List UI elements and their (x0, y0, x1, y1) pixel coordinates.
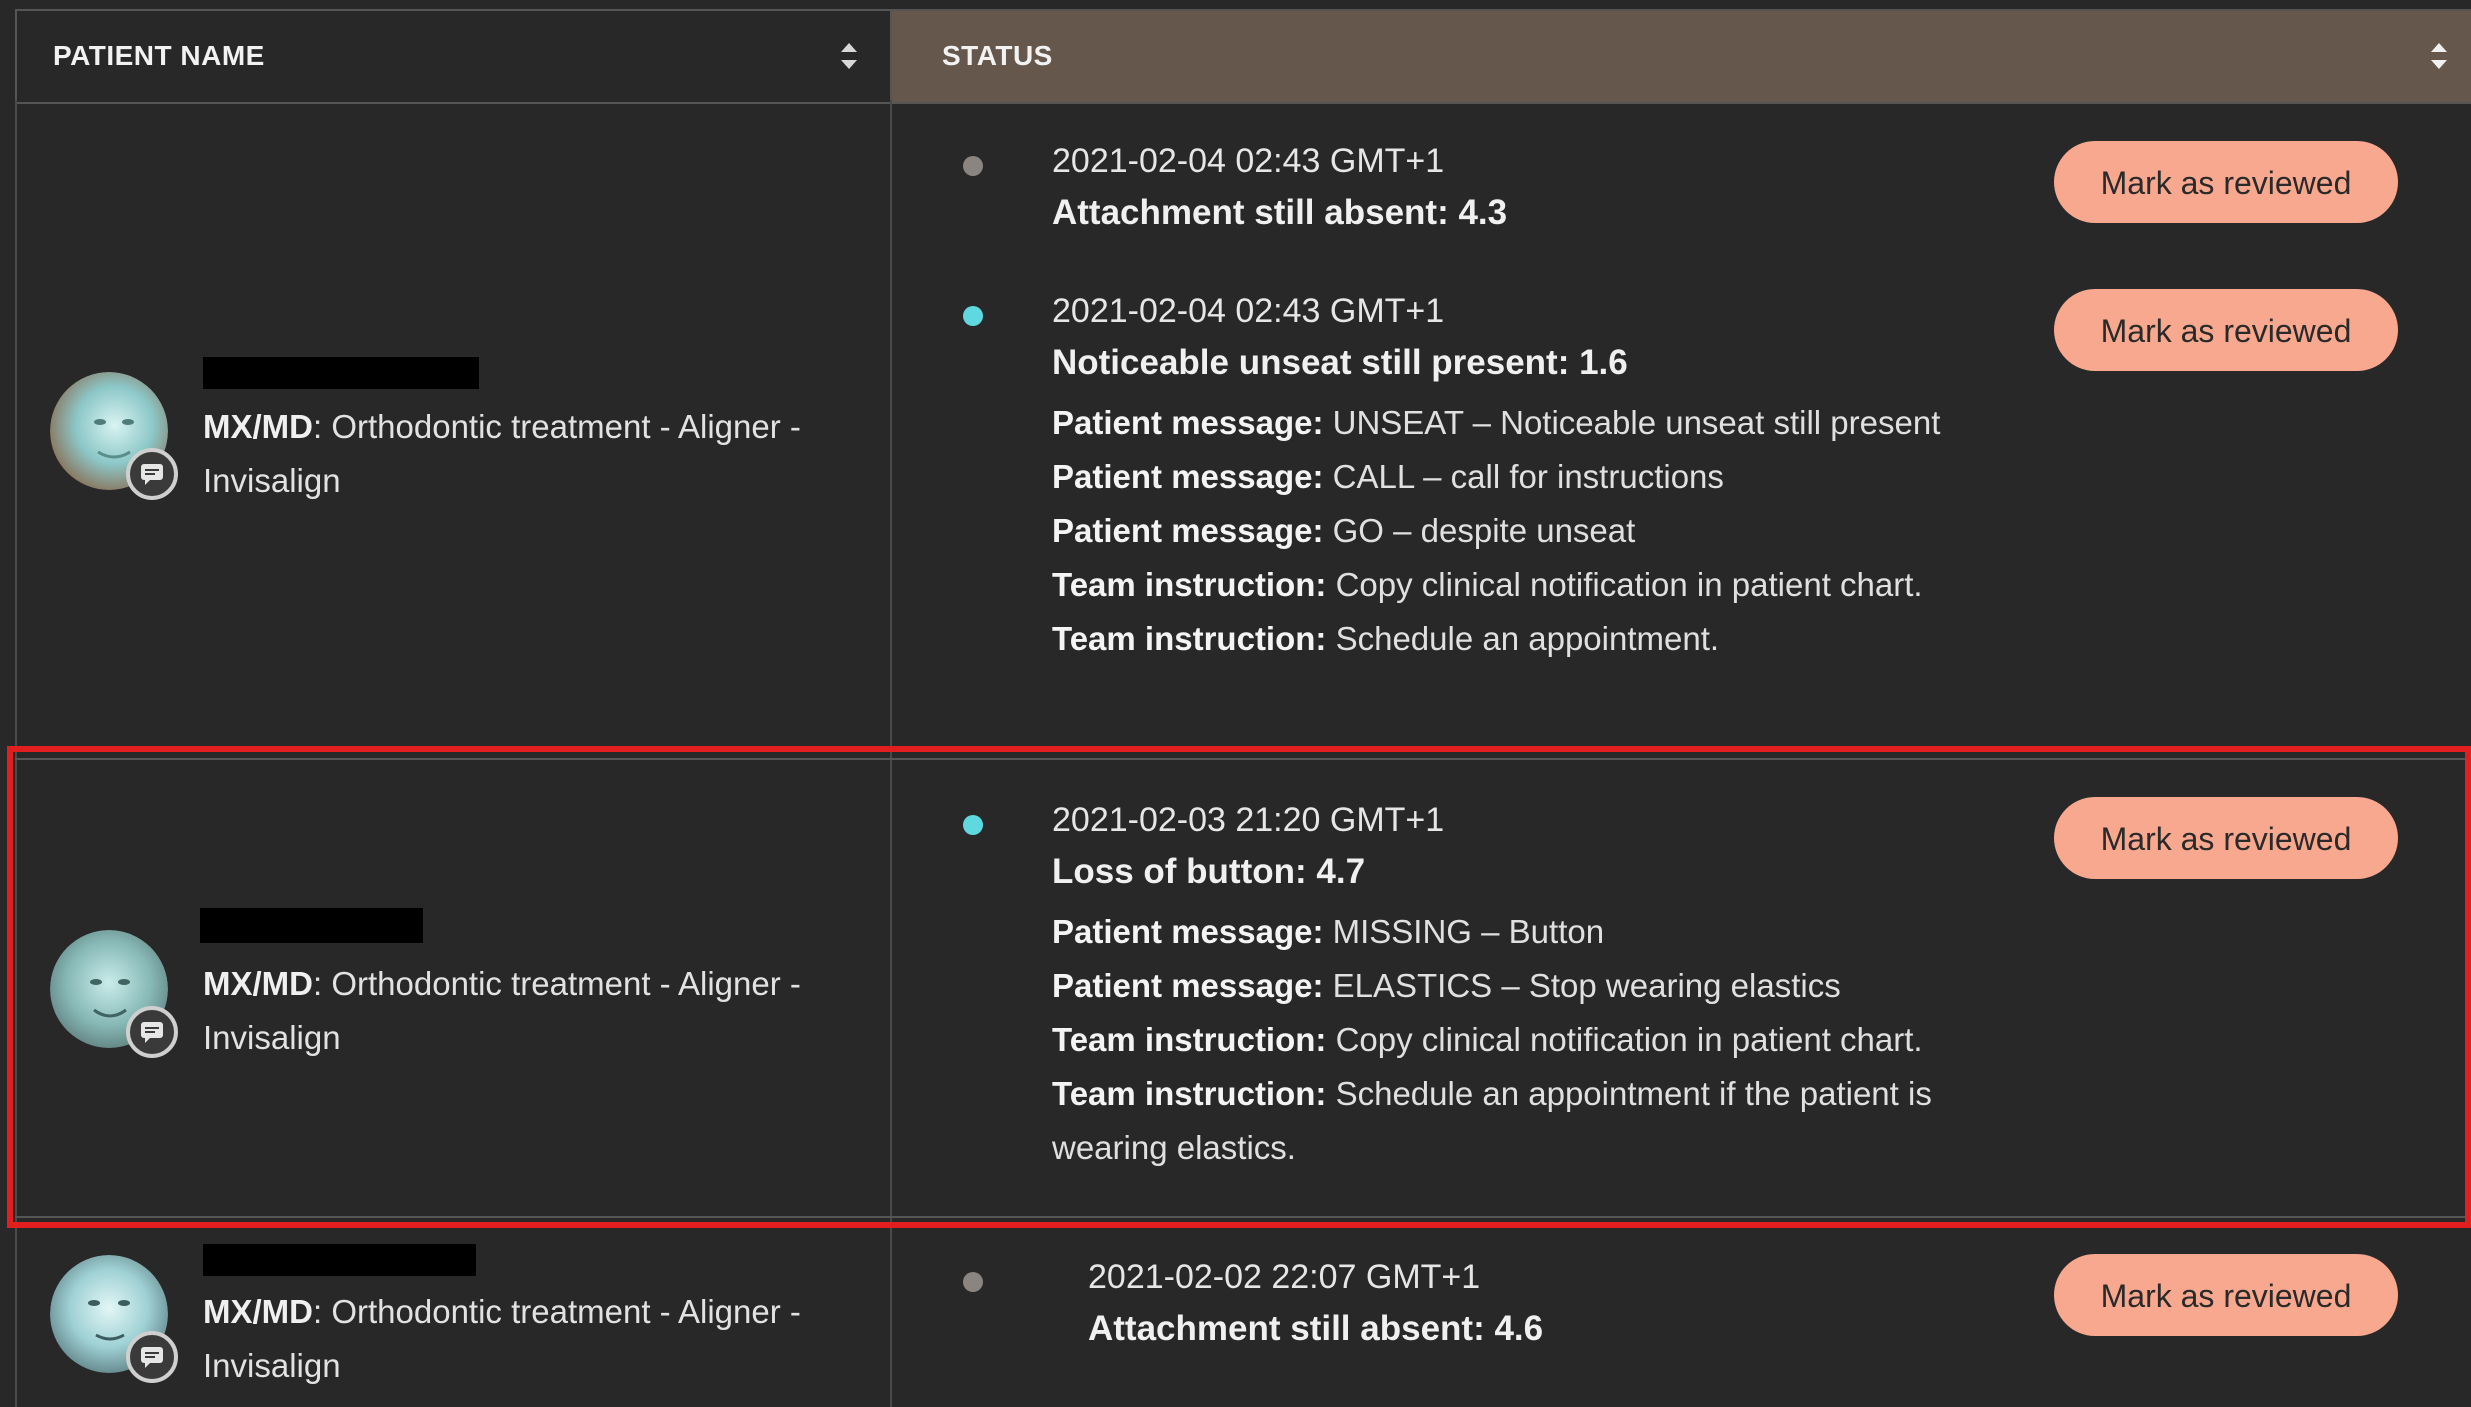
chat-icon (141, 464, 163, 485)
detail-line: Team instruction: Schedule an appointmen… (1052, 620, 1720, 657)
detail-line: Team instruction: Copy clinical notifica… (1052, 1021, 1923, 1058)
treatment-label: MX/MD (203, 965, 313, 1002)
mark-as-reviewed-button[interactable]: Mark as reviewed (2054, 797, 2398, 879)
detail-line: Patient message: CALL – call for instruc… (1052, 458, 1724, 495)
patient-treatment: MX/MD: Orthodontic treatment - Aligner -… (203, 957, 863, 1065)
chat-icon (141, 1022, 163, 1043)
patient-treatment: MX/MD: Orthodontic treatment - Aligner -… (203, 400, 863, 508)
column-header-patient-name[interactable]: PATIENT NAME (15, 11, 892, 102)
row-divider (15, 758, 2471, 760)
event-title: Attachment still absent: 4.3 (1052, 193, 1508, 232)
sort-icon[interactable] (2427, 37, 2451, 75)
status-dot (963, 156, 983, 176)
row-divider (15, 1216, 2471, 1218)
chat-icon (141, 1347, 163, 1368)
sort-icon[interactable] (837, 37, 861, 75)
column-header-label: PATIENT NAME (53, 40, 265, 71)
mark-as-reviewed-button[interactable]: Mark as reviewed (2054, 141, 2398, 223)
chat-badge[interactable] (126, 448, 178, 500)
status-dot (963, 306, 983, 326)
treatment-label: MX/MD (203, 408, 313, 445)
avatar[interactable] (50, 1255, 178, 1383)
column-header-status[interactable]: STATUS (892, 11, 2471, 102)
table-left-border (15, 100, 17, 1407)
mark-as-reviewed-button[interactable]: Mark as reviewed (2054, 289, 2398, 371)
patient-treatment: MX/MD: Orthodontic treatment - Aligner -… (203, 1285, 863, 1393)
event-timestamp: 2021-02-04 02:43 GMT+1 (1052, 292, 1445, 330)
redacted-patient-name (203, 1244, 476, 1276)
column-header-label: STATUS (942, 40, 1053, 71)
detail-line: Patient message: UNSEAT – Noticeable uns… (1052, 404, 1941, 441)
event-title: Loss of button: 4.7 (1052, 852, 1366, 891)
status-dot (963, 815, 983, 835)
detail-line: Patient message: MISSING – Button (1052, 913, 1605, 950)
detail-line: Patient message: ELASTICS – Stop wearing… (1052, 967, 1841, 1004)
table-header: PATIENT NAME STATUS (15, 9, 2471, 104)
event-details: Patient message: UNSEAT – Noticeable uns… (1052, 396, 1952, 666)
mark-as-reviewed-button[interactable]: Mark as reviewed (2054, 1254, 2398, 1336)
treatment-label: MX/MD (203, 1293, 313, 1330)
detail-line: Team instruction: Copy clinical notifica… (1052, 566, 1923, 603)
event-details: Patient message: MISSING – Button Patien… (1052, 905, 1952, 1175)
detail-line: Patient message: GO – despite unseat (1052, 512, 1636, 549)
status-dot (963, 1272, 983, 1292)
chat-badge[interactable] (126, 1006, 178, 1058)
chat-badge[interactable] (126, 1331, 178, 1383)
avatar[interactable] (50, 372, 178, 500)
avatar[interactable] (50, 930, 178, 1058)
detail-line: Team instruction: Schedule an appointmen… (1052, 1075, 1932, 1166)
event-timestamp: 2021-02-02 22:07 GMT+1 (1088, 1258, 1481, 1296)
redacted-patient-name (200, 908, 423, 943)
event-title: Attachment still absent: 4.6 (1088, 1309, 1544, 1348)
event-timestamp: 2021-02-04 02:43 GMT+1 (1052, 142, 1445, 180)
patient-status-table: PATIENT NAME STATUS MX/MD: Orthodontic t… (0, 0, 2471, 1407)
event-timestamp: 2021-02-03 21:20 GMT+1 (1052, 801, 1445, 839)
event-title: Noticeable unseat still present: 1.6 (1052, 343, 1628, 382)
column-divider (890, 100, 892, 1407)
redacted-patient-name (203, 357, 479, 389)
